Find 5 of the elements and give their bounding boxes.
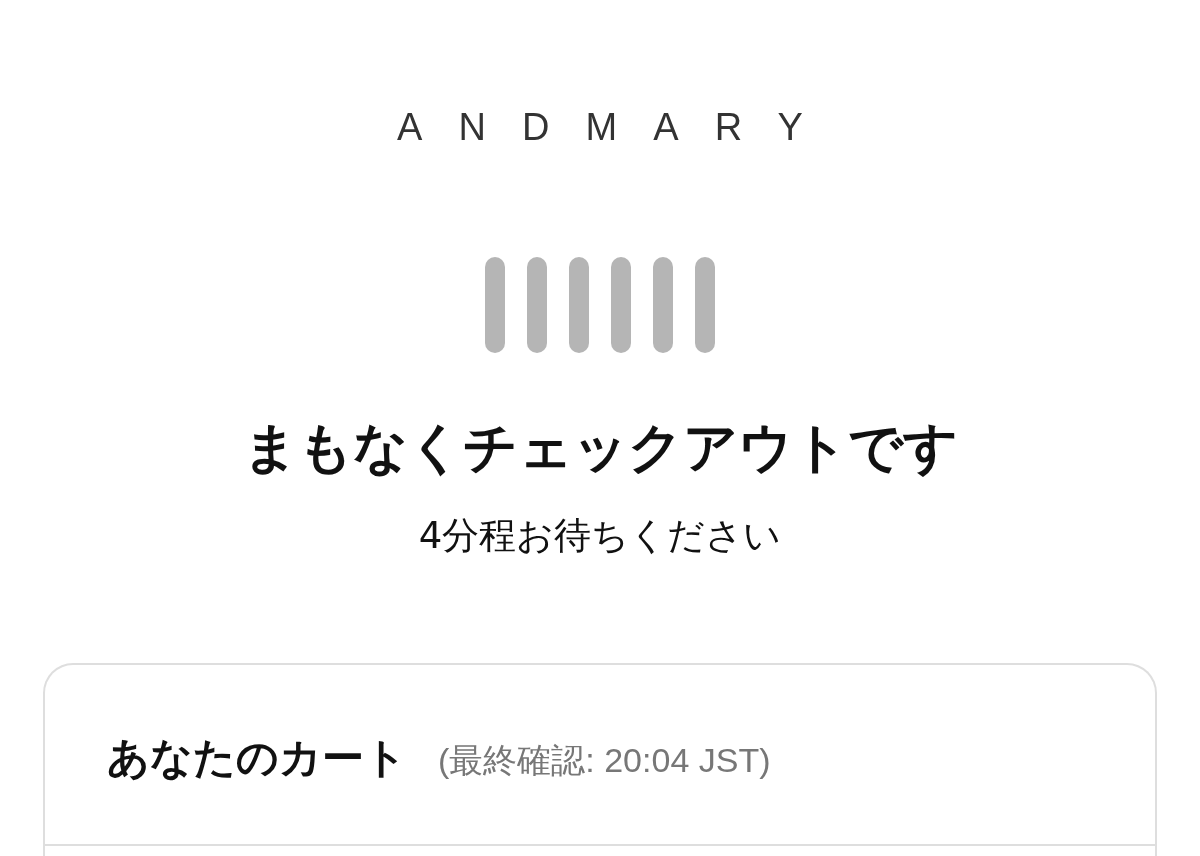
wait-message: 4分程お待ちください [418,514,782,558]
last-checked-time: (最終確認: 20:04 JST) [438,740,771,780]
cart-title: あなたのカート [107,734,407,782]
brand-logo: ANDMARY [397,107,840,147]
status-title: まもなくチェックアウトです [242,416,958,480]
